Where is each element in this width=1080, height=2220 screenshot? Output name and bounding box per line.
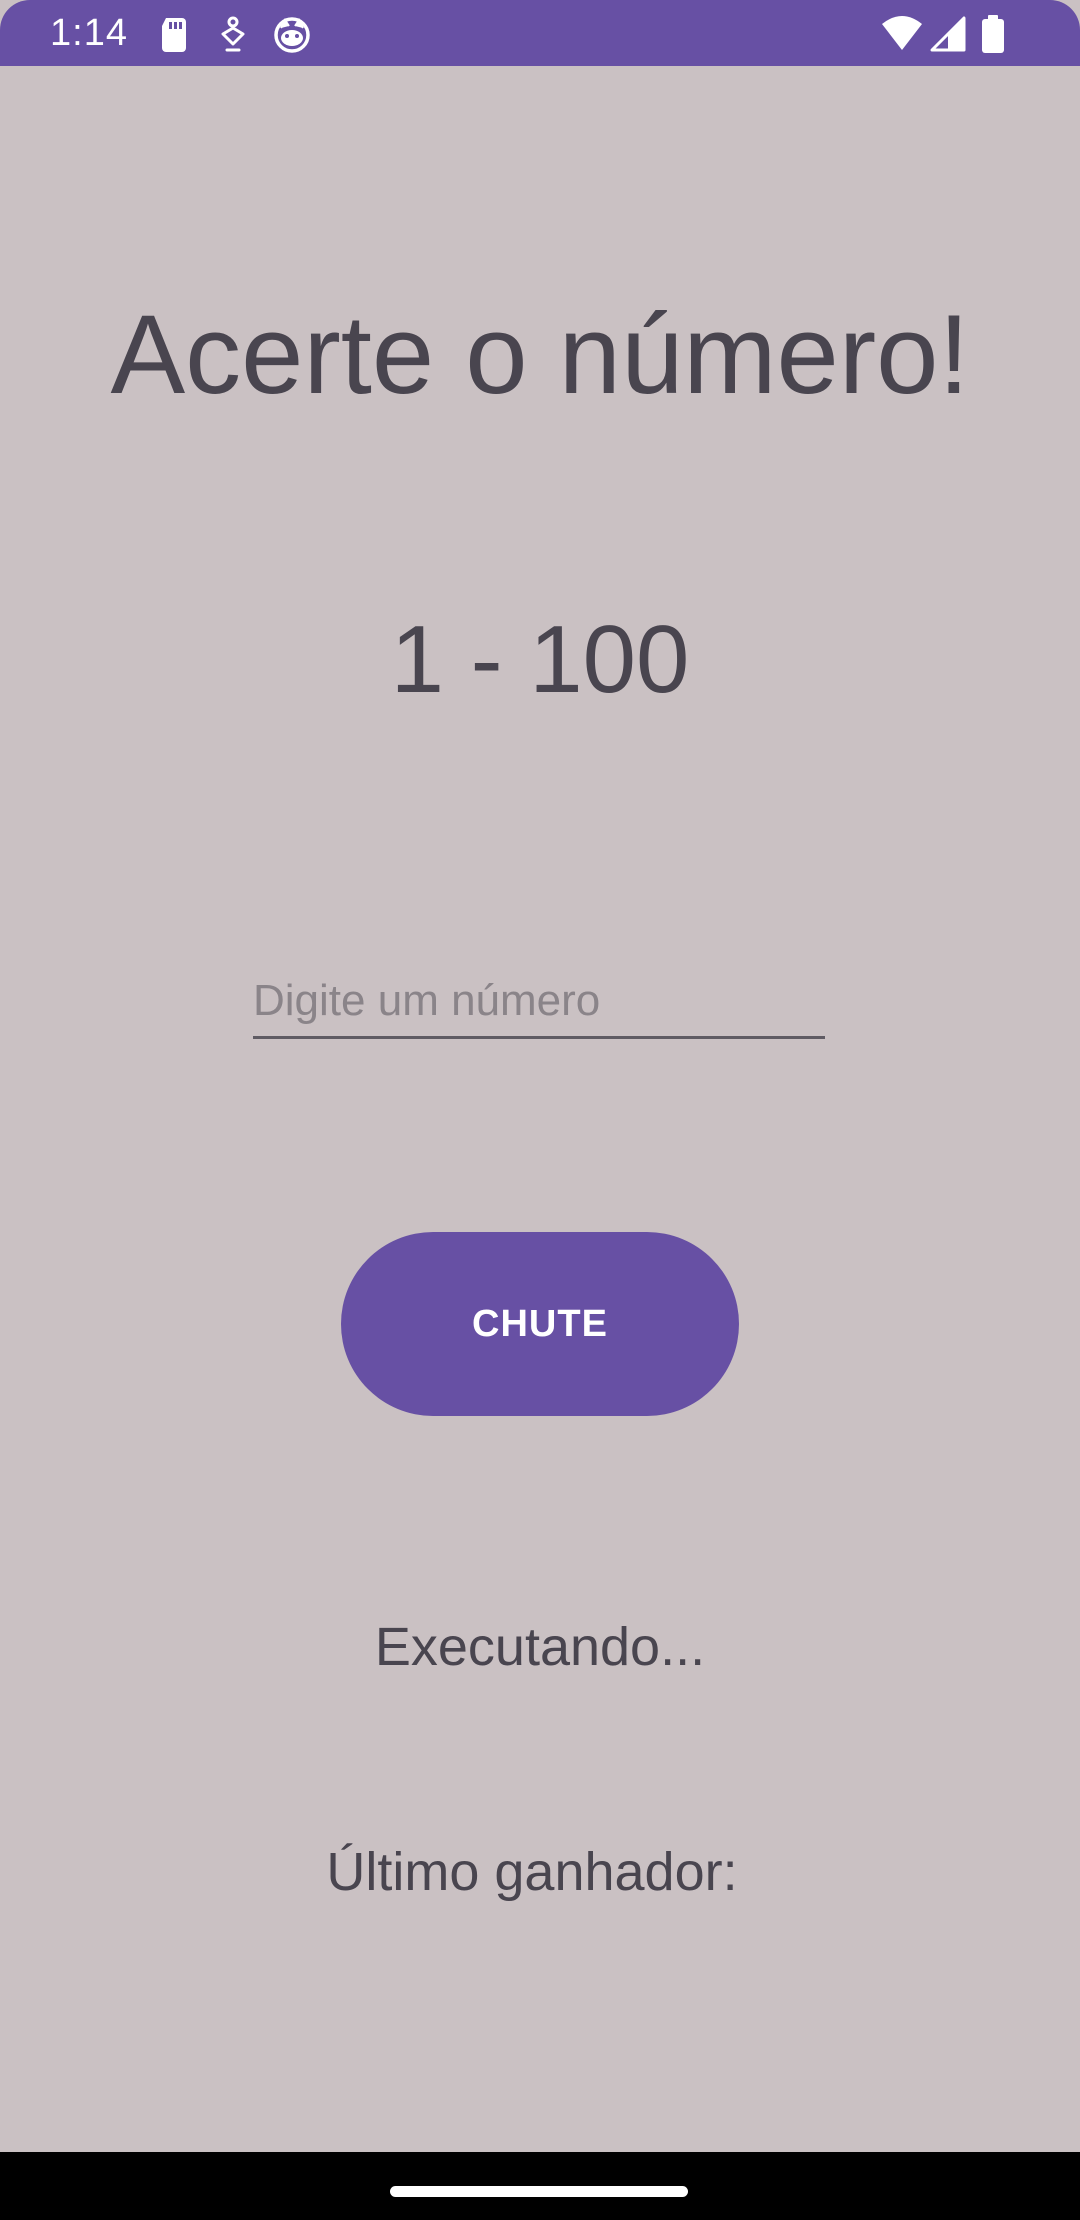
battery-icon (978, 14, 1008, 54)
page-title: Acerte o número! (110, 292, 970, 417)
last-winner-label: Último ganhador: (326, 1842, 738, 1902)
accessibility-icon (213, 14, 253, 54)
wifi-icon (880, 14, 924, 54)
range-label: 1 - 100 (390, 606, 690, 713)
chute-button[interactable]: CHUTE (341, 1232, 739, 1416)
sd-card-icon (154, 14, 194, 54)
status-time: 1:14 (50, 12, 128, 54)
cat-face-icon (272, 14, 312, 54)
cellular-signal-icon (928, 14, 968, 54)
status-text: Executando... (374, 1617, 706, 1677)
navigation-bar (0, 2152, 1080, 2220)
number-input[interactable] (253, 966, 825, 1039)
status-bar: 1:14 (0, 0, 1080, 66)
home-gesture-handle[interactable] (390, 2186, 688, 2197)
